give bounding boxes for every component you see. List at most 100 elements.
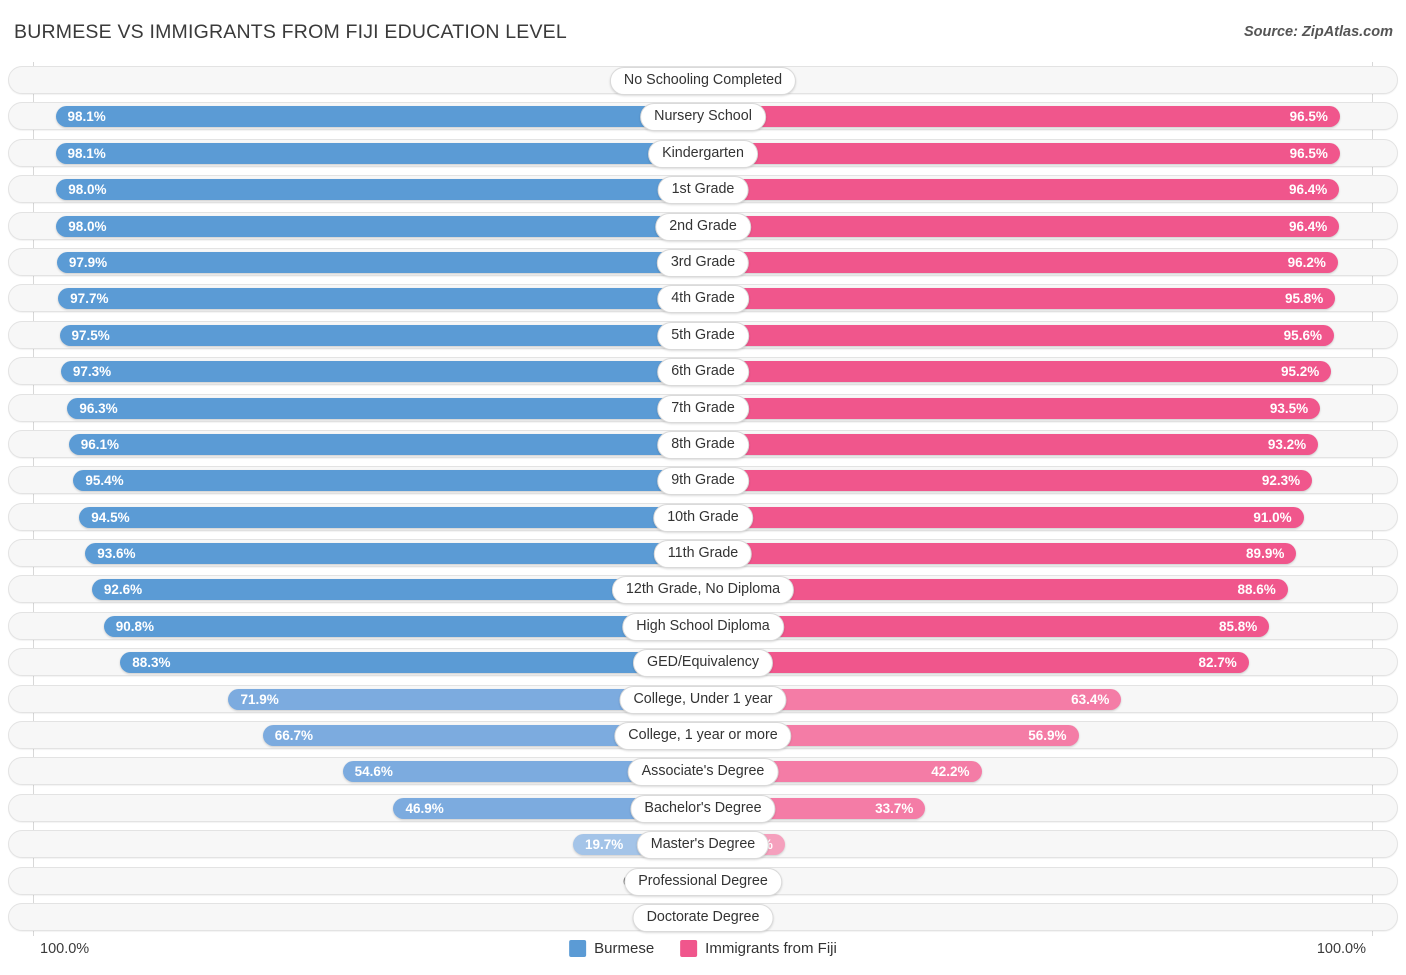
bar-value-burmese: 97.5% xyxy=(71,327,110,343)
bar-value-immigrants-from-fiji: 93.5% xyxy=(1269,400,1309,416)
bar-row: 97.7% 95.8% 4th Grade xyxy=(0,280,1406,316)
bar-row: 98.1% 96.5% Kindergarten xyxy=(0,135,1406,171)
bar-value-burmese: 92.6% xyxy=(103,582,143,598)
chart-legend: Burmese Immigrants from Fiji xyxy=(569,940,837,957)
bar-value-immigrants-from-fiji: 33.7% xyxy=(875,800,914,816)
bar-value-immigrants-from-fiji: 95.6% xyxy=(1283,327,1322,343)
bar-value-immigrants-from-fiji: 56.9% xyxy=(1028,728,1067,744)
bar-value-immigrants-from-fiji: 92.3% xyxy=(1261,473,1301,489)
legend-swatch-icon xyxy=(680,940,698,957)
bar-row: 6.1%3.7%Professional Degree xyxy=(0,863,1406,899)
bar-value-immigrants-from-fiji: 82.7% xyxy=(1198,655,1237,671)
bar-value-burmese: 66.7% xyxy=(274,728,314,744)
bar-row: 90.8% 85.8% High School Diploma xyxy=(0,608,1406,644)
bar-value-immigrants-from-fiji: 93.2% xyxy=(1267,436,1307,452)
category-label: No Schooling Completed xyxy=(609,67,797,95)
bar-burmese xyxy=(58,288,703,310)
category-label: College, 1 year or more xyxy=(614,722,792,751)
bar-row: 1.9%3.5%No Schooling Completed xyxy=(0,62,1406,98)
bar-immigrants-from-fiji xyxy=(703,361,1332,383)
bar-burmese xyxy=(56,251,703,273)
bar-value-immigrants-from-fiji: 96.4% xyxy=(1288,182,1328,198)
legend-item: Immigrants from Fiji xyxy=(680,940,837,957)
category-label: Kindergarten xyxy=(648,139,758,168)
category-label: 2nd Grade xyxy=(655,212,751,241)
bar-immigrants-from-fiji xyxy=(703,142,1340,164)
bar-row: 19.7%12.4%Master's Degree xyxy=(0,826,1406,862)
category-label: 4th Grade xyxy=(657,285,749,314)
bar-value-burmese: 97.9% xyxy=(68,254,108,270)
axis-max-label: 100.0% xyxy=(1316,941,1366,957)
bar-burmese xyxy=(68,433,703,455)
bar-row: 96.1% 93.2% 8th Grade xyxy=(0,426,1406,462)
bar-value-burmese: 90.8% xyxy=(115,618,154,634)
category-label: High School Diploma xyxy=(622,612,784,641)
bar-value-immigrants-from-fiji: 96.2% xyxy=(1287,254,1326,270)
bar-immigrants-from-fiji xyxy=(703,433,1319,455)
bar-immigrants-from-fiji xyxy=(703,215,1340,237)
category-label: GED/Equivalency xyxy=(632,649,774,678)
bar-burmese xyxy=(55,142,703,164)
bar-row: 98.0% 96.4% 1st Grade xyxy=(0,171,1406,207)
bar-value-immigrants-from-fiji: 42.2% xyxy=(931,764,970,780)
bar-burmese xyxy=(59,324,703,346)
bar-row: 92.6% 88.6% 12th Grade, No Diploma xyxy=(0,571,1406,607)
bar-rows: 1.9%3.5%No Schooling Completed 98.1% 96.5%… xyxy=(0,62,1406,935)
bar-value-immigrants-from-fiji: 95.2% xyxy=(1281,364,1320,380)
bar-value-immigrants-from-fiji: 89.9% xyxy=(1246,546,1285,562)
bar-immigrants-from-fiji xyxy=(703,506,1304,528)
bar-value-burmese: 71.9% xyxy=(240,691,279,707)
bar-value-burmese: 96.3% xyxy=(79,400,118,416)
bar-value-immigrants-from-fiji: 95.8% xyxy=(1284,291,1324,307)
category-label: 3rd Grade xyxy=(656,248,750,277)
bar-immigrants-from-fiji xyxy=(703,251,1338,273)
bar-burmese xyxy=(73,470,703,492)
bar-value-immigrants-from-fiji: 96.5% xyxy=(1289,145,1328,161)
category-label: 9th Grade xyxy=(657,467,749,496)
category-label: 11th Grade xyxy=(653,540,753,569)
bar-immigrants-from-fiji xyxy=(703,543,1297,565)
bar-value-burmese: 46.9% xyxy=(405,800,444,816)
bar-burmese xyxy=(85,543,703,565)
bar-row: 96.3% 93.5% 7th Grade xyxy=(0,390,1406,426)
category-label: 10th Grade xyxy=(653,503,753,532)
bar-burmese xyxy=(79,506,703,528)
bar-row: 46.9% 33.7% Bachelor's Degree xyxy=(0,790,1406,826)
bar-row: 95.4% 92.3% 9th Grade xyxy=(0,462,1406,498)
category-label: 5th Grade xyxy=(657,321,749,350)
bar-value-immigrants-from-fiji: 63.4% xyxy=(1071,691,1110,707)
bar-immigrants-from-fiji xyxy=(703,397,1321,419)
bar-row: 97.5% 95.6% 5th Grade xyxy=(0,317,1406,353)
category-label: Professional Degree xyxy=(624,867,782,896)
bar-value-burmese: 97.7% xyxy=(70,291,109,307)
bar-row: 97.9% 96.2% 3rd Grade xyxy=(0,244,1406,280)
bar-immigrants-from-fiji xyxy=(703,470,1313,492)
category-label: Master's Degree xyxy=(636,831,770,860)
category-label: 1st Grade xyxy=(657,176,749,205)
bar-row: 93.6% 89.9% 11th Grade xyxy=(0,535,1406,571)
legend-label: Burmese xyxy=(594,940,655,957)
bar-row: 94.5% 91.0% 10th Grade xyxy=(0,499,1406,535)
bar-value-burmese: 96.1% xyxy=(80,436,120,452)
bar-value-immigrants-from-fiji: 88.6% xyxy=(1237,582,1276,598)
category-label: 7th Grade xyxy=(657,394,749,423)
bar-burmese xyxy=(56,215,703,237)
source-attribution: Source: ZipAtlas.com xyxy=(1243,24,1393,40)
bar-row: 98.1% 96.5% Nursery School xyxy=(0,98,1406,134)
legend-swatch-icon xyxy=(569,940,587,957)
bar-value-immigrants-from-fiji: 96.5% xyxy=(1289,109,1328,125)
bar-burmese xyxy=(103,615,703,637)
bar-value-immigrants-from-fiji: 85.8% xyxy=(1218,618,1258,634)
category-label: College, Under 1 year xyxy=(619,685,787,714)
category-label: 8th Grade xyxy=(657,430,749,459)
plot-area: 1.9%3.5%No Schooling Completed 98.1% 96.5%… xyxy=(0,62,1406,936)
category-label: 6th Grade xyxy=(657,358,749,387)
bar-value-burmese: 54.6% xyxy=(354,764,393,780)
bar-row: 66.7% 56.9% College, 1 year or more xyxy=(0,717,1406,753)
bar-immigrants-from-fiji xyxy=(703,324,1334,346)
bar-burmese xyxy=(120,652,703,674)
legend-item: Burmese xyxy=(569,940,654,957)
bar-value-immigrants-from-fiji: 96.4% xyxy=(1288,218,1328,234)
axis-min-label: 100.0% xyxy=(40,941,90,957)
bar-immigrants-from-fiji xyxy=(703,106,1340,128)
